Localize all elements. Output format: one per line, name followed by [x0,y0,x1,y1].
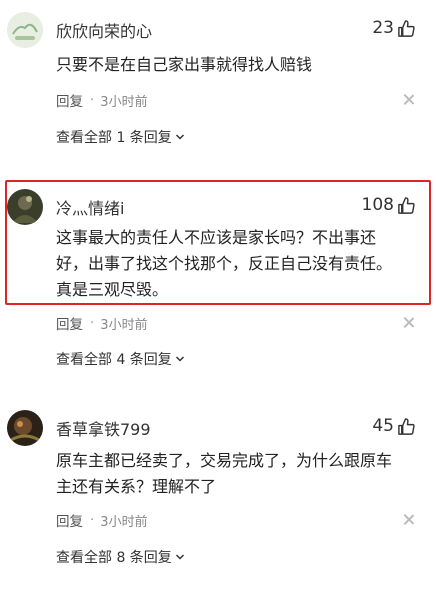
comment-meta: 回复 · 3小时前 [56,313,148,333]
reply-button[interactable]: 回复 [56,313,83,333]
like-button[interactable]: 45 [372,416,416,436]
avatar-image-icon [7,189,43,225]
avatar[interactable] [7,189,43,225]
chevron-down-icon [175,134,184,140]
avatar[interactable] [7,12,43,48]
username[interactable]: 冷灬情绪i [56,195,124,219]
like-count: 23 [372,18,394,38]
close-icon[interactable] [404,94,414,104]
avatar-image-icon [7,12,43,48]
view-all-replies-link[interactable]: 查看全部 8 条回复 [56,547,185,567]
view-all-replies-link[interactable]: 查看全部 4 条回复 [56,349,185,369]
close-icon[interactable] [404,317,414,327]
separator: · [90,92,95,108]
separator: · [90,512,95,528]
username[interactable]: 香草拿铁799 [56,416,151,440]
comment-text-line: 原车主都已经卖了，交易完成了，为什么跟原车 [56,451,393,470]
chevron-down-icon [175,554,184,560]
avatar-image-icon [7,410,43,446]
view-all-replies-label: 查看全部 4 条回复 [56,352,172,368]
timestamp: 3小时前 [100,317,148,333]
separator: · [90,315,95,331]
chevron-down-icon [175,356,184,362]
like-button[interactable]: 23 [372,18,416,38]
comment-text-line: 这事最大的责任人不应该是家长吗？不出事还 [56,228,377,247]
thumbs-up-icon [398,19,415,37]
avatar[interactable] [7,410,43,446]
view-all-replies-label: 查看全部 1 条回复 [56,130,172,146]
reply-button[interactable]: 回复 [56,90,83,110]
thumbs-up-icon [398,196,415,214]
comment-meta: 回复 · 3小时前 [56,510,148,530]
view-all-replies-label: 查看全部 8 条回复 [56,550,172,566]
comment-meta: 回复 · 3小时前 [56,90,148,110]
like-count: 45 [372,416,394,436]
like-count: 108 [361,195,394,215]
timestamp: 3小时前 [100,514,148,530]
like-button[interactable]: 108 [362,195,416,215]
close-icon[interactable] [404,514,414,524]
timestamp: 3小时前 [100,94,148,110]
comment-text-line: 真是三观尽毁。 [56,280,169,299]
comment-text: 这事最大的责任人不应该是家长吗？不出事还 好，出事了找这个找那个，反正自己没有责… [56,225,426,303]
username[interactable]: 欣欣向荣的心 [56,18,152,42]
reply-button[interactable]: 回复 [56,510,83,530]
comment-text: 只要不是在自己家出事就得找人赔钱 [56,55,313,74]
comment-text: 原车主都已经卖了，交易完成了，为什么跟原车 主还有关系？理解不了 [56,448,426,500]
thumbs-up-icon [398,417,415,435]
comment-text-line: 好，出事了找这个找那个，反正自己没有责任。 [56,254,393,273]
view-all-replies-link[interactable]: 查看全部 1 条回复 [56,127,185,147]
comment-text-line: 主还有关系？理解不了 [56,477,217,496]
